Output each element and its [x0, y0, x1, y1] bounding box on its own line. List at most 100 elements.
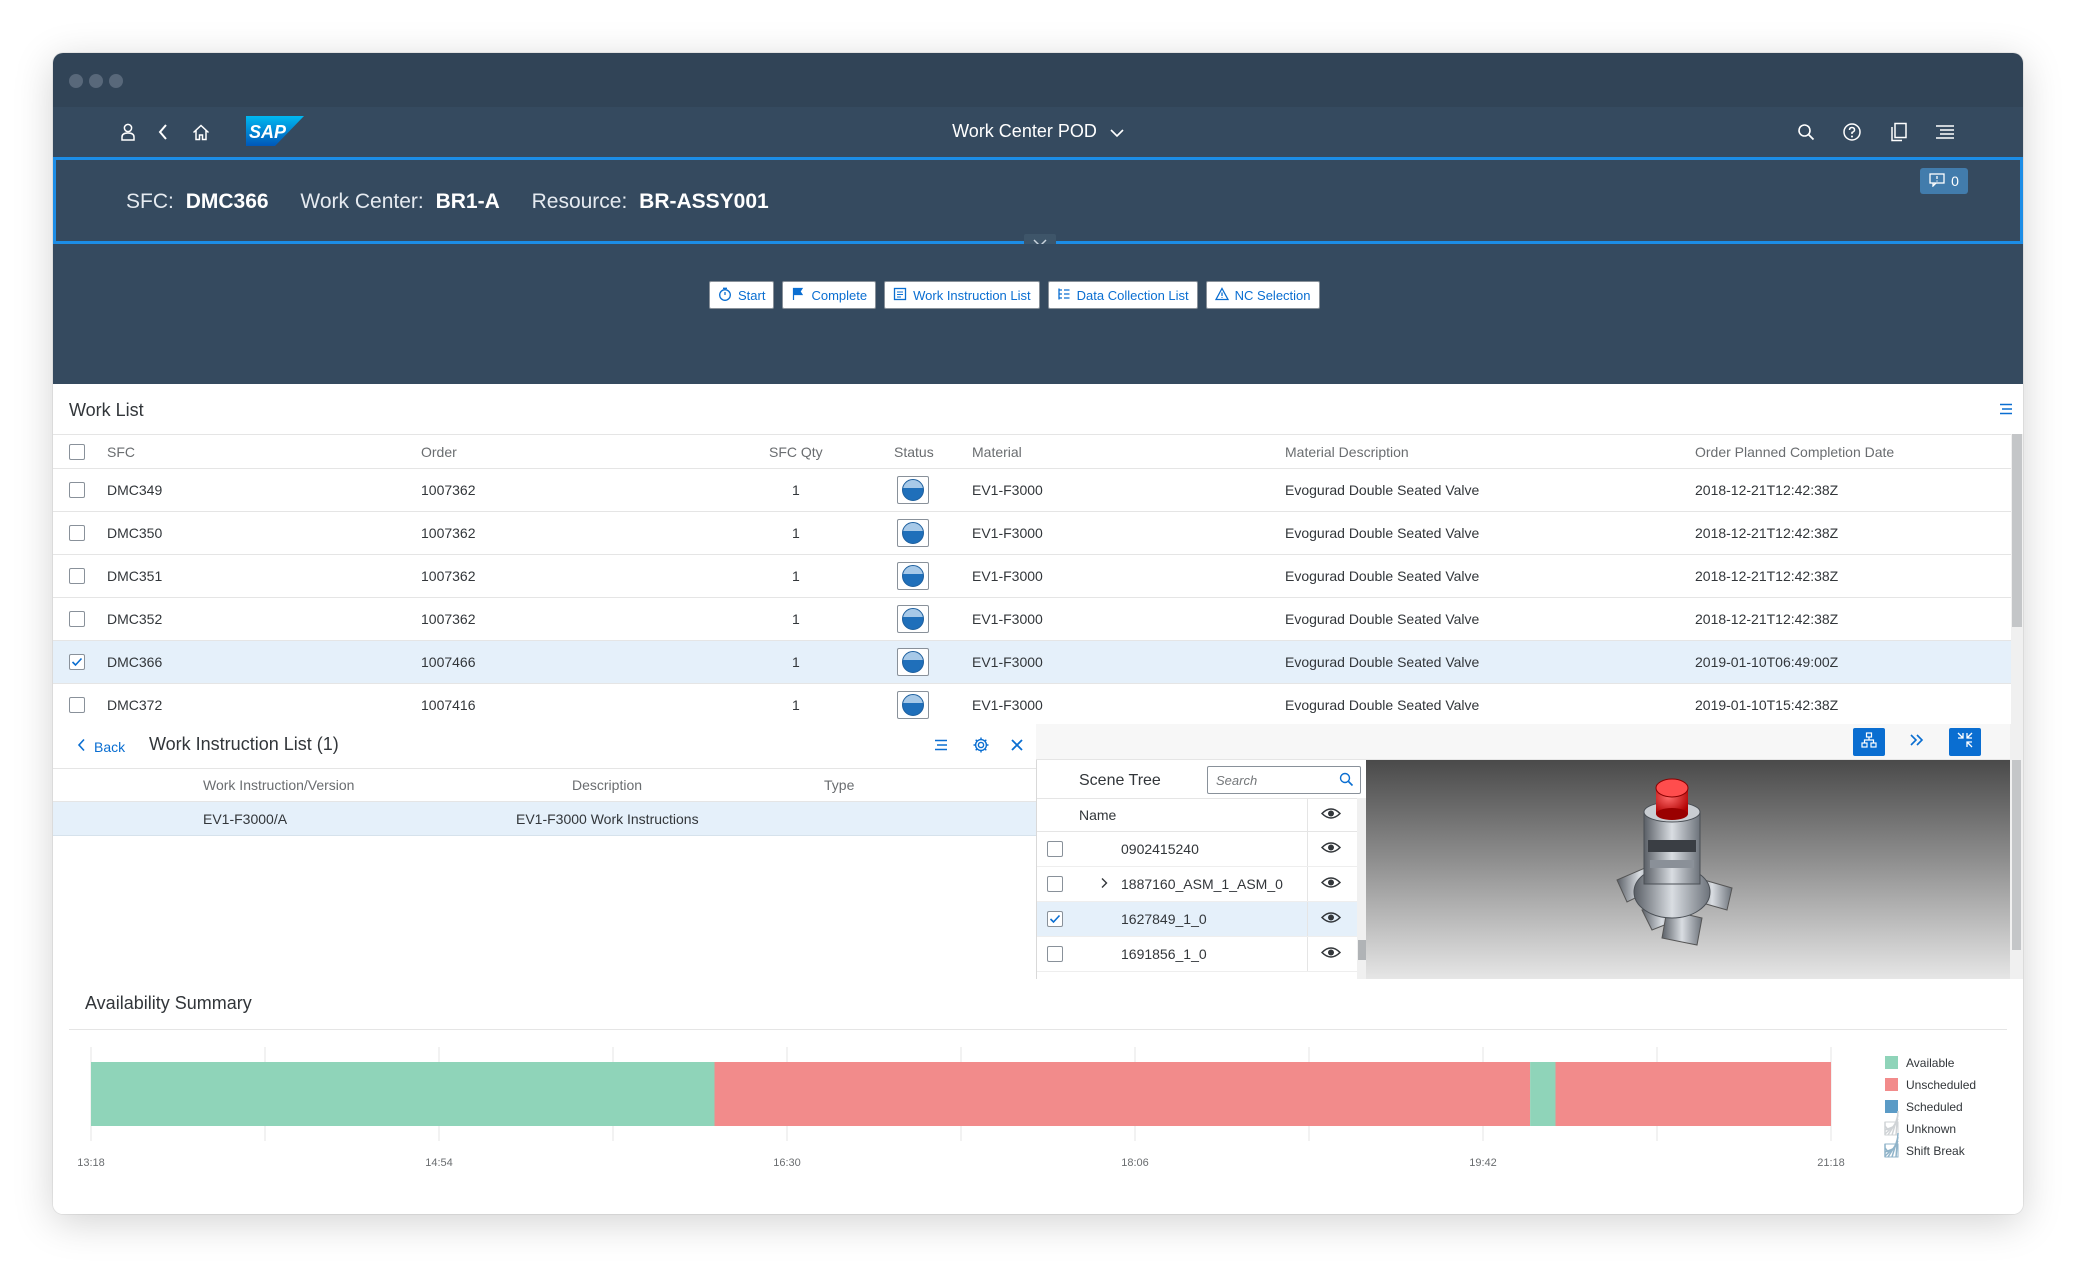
material-cell: EV1-F3000 [972, 568, 1043, 584]
back-button[interactable]: Back [77, 738, 125, 755]
notification-button[interactable]: 0 [1920, 168, 1968, 194]
row-checkbox[interactable] [69, 697, 85, 713]
status-icon[interactable] [897, 562, 929, 590]
3d-model-canvas[interactable] [1366, 760, 2010, 979]
app-title-menu[interactable]: Work Center POD [53, 121, 2023, 143]
timeline-segment-unscheduled[interactable] [1555, 1062, 1832, 1126]
status-icon[interactable] [897, 648, 929, 676]
search-icon[interactable] [1793, 119, 1819, 145]
scene-tree-header: Name [1037, 798, 1357, 832]
legend-item[interactable]: Available [1885, 1056, 1955, 1070]
table-row-selected[interactable]: DMC366 1007466 1 EV1-F3000 Evogurad Doub… [53, 641, 2011, 684]
gear-icon[interactable] [970, 734, 992, 756]
start-button[interactable]: Start [709, 281, 775, 309]
row-checkbox[interactable] [69, 611, 85, 627]
legend-label: Shift Break [1906, 1144, 1966, 1158]
table-row[interactable]: DMC350 1007362 1 EV1-F3000 Evogurad Doub… [53, 512, 2011, 555]
scene-tree: Scene Tree Search Name 0902415240 188716… [1036, 760, 1367, 979]
column-header-material-description[interactable]: Material Description [1285, 444, 1409, 460]
work-list-panel: Work List SFC Order SFC Qty Status Mater… [53, 384, 2023, 727]
exit-fullscreen-button[interactable] [1949, 728, 1981, 756]
sfc-cell: DMC350 [107, 525, 163, 541]
eye-icon[interactable] [1320, 911, 1342, 928]
menu-icon[interactable] [1932, 119, 1958, 145]
window-maximize-dot[interactable] [109, 74, 123, 88]
column-header-type[interactable]: Type [824, 777, 854, 793]
node-checkbox-checked[interactable] [1047, 911, 1063, 927]
scene-tree-node[interactable]: 0902415240 [1037, 832, 1357, 867]
node-checkbox[interactable] [1047, 841, 1063, 857]
list-settings-icon[interactable] [1999, 402, 2013, 420]
status-icon[interactable] [897, 605, 929, 633]
table-row[interactable]: DMC372 1007416 1 EV1-F3000 Evogurad Doub… [53, 684, 2011, 727]
column-header-sfc[interactable]: SFC [107, 444, 135, 460]
viewer-scrollbar[interactable] [2010, 724, 2023, 979]
table-row-selected[interactable]: EV1-F3000/A EV1-F3000 Work Instructions [53, 802, 1036, 836]
row-checkbox[interactable] [69, 568, 85, 584]
row-checkbox[interactable] [69, 525, 85, 541]
timeline-segment-available[interactable] [91, 1062, 715, 1126]
column-header-version[interactable]: Work Instruction/Version [203, 777, 354, 793]
table-row[interactable]: DMC351 1007362 1 EV1-F3000 Evogurad Doub… [53, 555, 2011, 598]
node-checkbox[interactable] [1047, 946, 1063, 962]
select-all-checkbox[interactable] [69, 443, 85, 460]
timeline-segment-unscheduled[interactable] [714, 1062, 1531, 1126]
status-icon[interactable] [897, 476, 929, 504]
column-header-completion-date[interactable]: Order Planned Completion Date [1695, 444, 1894, 460]
valve-model-image [1616, 778, 1733, 946]
legend-label: Unknown [1906, 1122, 1956, 1136]
column-header-description[interactable]: Description [572, 777, 642, 793]
description-cell: EV1-F3000 Work Instructions [516, 810, 699, 827]
node-checkbox[interactable] [1047, 876, 1063, 892]
column-header-status[interactable]: Status [894, 444, 934, 460]
scene-tree-search-input[interactable]: Search [1207, 766, 1361, 794]
column-header-material[interactable]: Material [972, 444, 1022, 460]
window-minimize-dot[interactable] [89, 74, 103, 88]
x-tick-label: 18:06 [1121, 1157, 1149, 1169]
legend-item[interactable]: Unknown [1884, 1110, 1956, 1136]
row-checkbox[interactable] [69, 482, 85, 498]
row-checkbox-checked[interactable] [69, 654, 85, 670]
search-icon[interactable] [1339, 772, 1354, 790]
date-cell: 2018-12-21T12:42:38Z [1695, 525, 1839, 541]
scene-tree-node[interactable]: 1691856_1_0 [1037, 937, 1357, 972]
scene-tree-toggle-button[interactable] [1853, 728, 1885, 756]
material-cell: EV1-F3000 [972, 482, 1043, 498]
work-list-scrollbar[interactable] [2011, 434, 2023, 724]
data-collection-list-button[interactable]: Data Collection List [1047, 281, 1198, 309]
scene-tree-node-selected[interactable]: 1627849_1_0 [1037, 902, 1357, 937]
expand-panel-button[interactable] [1901, 728, 1933, 756]
column-header-order[interactable]: Order [421, 444, 457, 460]
legend-item[interactable]: Unscheduled [1885, 1078, 1976, 1092]
scene-tree-node[interactable]: 1887160_ASM_1_ASM_0 [1037, 867, 1357, 902]
legend-swatch [1885, 1100, 1898, 1113]
status-icon[interactable] [897, 691, 929, 719]
copy-icon[interactable] [1886, 119, 1912, 145]
help-icon[interactable] [1839, 119, 1865, 145]
complete-button[interactable]: Complete [782, 281, 877, 309]
table-row[interactable]: DMC352 1007362 1 EV1-F3000 Evogurad Doub… [53, 598, 2011, 641]
column-header-sfc-qty[interactable]: SFC Qty [769, 444, 823, 460]
work-list-title: Work List [69, 400, 144, 420]
close-icon[interactable] [1006, 734, 1028, 756]
availability-chart: 13:18 14:54 16:30 18:06 19:42 21:18 Available U… [77, 1047, 1976, 1169]
description-cell: Evogurad Double Seated Valve [1285, 654, 1480, 670]
chevron-right-icon[interactable] [1100, 876, 1108, 892]
status-icon[interactable] [897, 519, 929, 547]
list-settings-icon[interactable] [930, 734, 952, 756]
stopwatch-icon [718, 287, 732, 304]
table-row[interactable]: DMC349 1007362 1 EV1-F3000 Evogurad Doub… [53, 469, 2011, 512]
action-toolbar: Start Complete Work Instruction List Dat… [53, 244, 2023, 384]
eye-icon[interactable] [1320, 841, 1342, 858]
eye-icon[interactable] [1320, 876, 1342, 893]
eye-icon[interactable] [1320, 946, 1342, 963]
material-cell: EV1-F3000 [972, 697, 1043, 713]
legend-item[interactable]: Shift Break [1884, 1132, 1966, 1158]
message-icon [1929, 172, 1945, 190]
work-instruction-list-button[interactable]: Work Instruction List [884, 281, 1040, 309]
nc-selection-button[interactable]: NC Selection [1205, 281, 1320, 309]
window-close-dot[interactable] [69, 74, 83, 88]
eye-icon[interactable] [1320, 807, 1342, 824]
legend-item[interactable]: Scheduled [1885, 1100, 1963, 1114]
timeline-segment-available[interactable] [1530, 1062, 1556, 1126]
